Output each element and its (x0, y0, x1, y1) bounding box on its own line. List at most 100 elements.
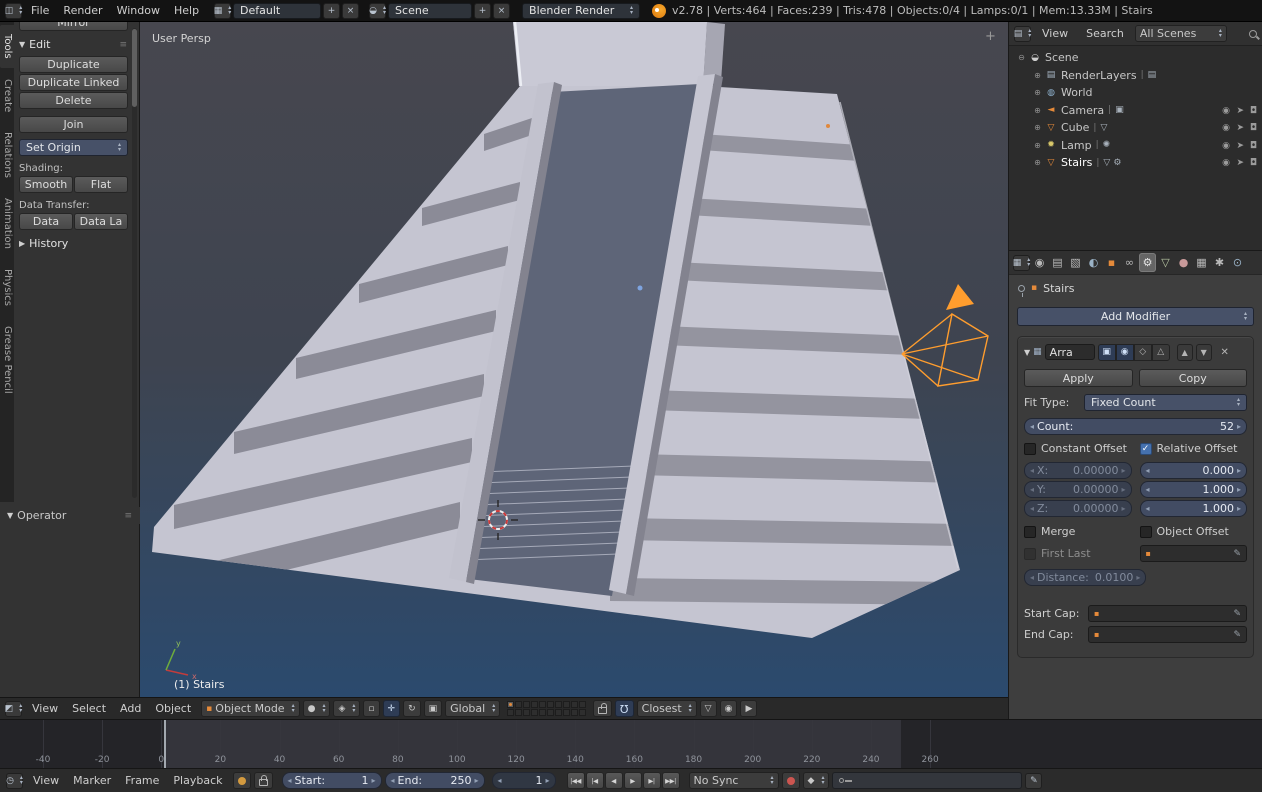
decrement-icon[interactable]: ◂ (498, 776, 502, 785)
jump-start-button[interactable]: |◀◀ (567, 772, 585, 789)
outliner-view-menu[interactable]: View (1035, 23, 1075, 45)
lock-time-toggle[interactable] (254, 772, 273, 789)
shade-flat-button[interactable]: Flat (74, 176, 128, 193)
increment-icon[interactable]: ▸ (1237, 504, 1241, 513)
end-cap-field[interactable]: ▪ ✎ (1088, 626, 1247, 643)
offset-object-field[interactable]: ▪ ✎ (1140, 545, 1248, 562)
region-split-plus[interactable]: + (985, 29, 996, 44)
outliner-search-menu[interactable]: Search (1079, 23, 1131, 45)
relative-offset-checkbox[interactable]: ✓ (1140, 443, 1152, 455)
next-keyframe-button[interactable]: ▶| (643, 772, 661, 789)
selectable-arrow-icon[interactable]: ➤ (1236, 123, 1244, 133)
close-layout-button[interactable]: × (342, 3, 359, 19)
properties-tab-texture[interactable]: ▦ (1193, 253, 1210, 272)
outliner-row-camera[interactable]: ⊕◄Camera|▣◉➤◘ (1009, 102, 1262, 120)
layer-12[interactable] (515, 709, 522, 716)
end-frame-field[interactable]: ◂ End: 250 ▸ (385, 772, 485, 789)
properties-tab-object[interactable]: ▪ (1103, 253, 1120, 272)
expand-icon[interactable]: ⊕ (1031, 158, 1044, 167)
current-frame-line[interactable] (164, 720, 166, 768)
start-cap-field[interactable]: ▪ ✎ (1088, 605, 1247, 622)
edit-panel-header[interactable]: ▼ Edit ≡ (19, 38, 128, 51)
constant-offset-field-z-[interactable]: ◂Z:0.00000▸ (1024, 500, 1132, 517)
mirror-button[interactable]: Mirror (19, 22, 128, 31)
modifier-visibility-toggle[interactable]: ◉ (1116, 344, 1134, 361)
increment-icon[interactable]: ▸ (1121, 466, 1125, 475)
panel-grip-icon[interactable]: ≡ (119, 40, 128, 50)
layer-9[interactable] (571, 701, 578, 708)
layer-1-active[interactable] (507, 701, 514, 708)
menu-window[interactable]: Window (110, 0, 167, 22)
renderable-camera-icon[interactable]: ◘ (1250, 158, 1257, 168)
auto-keyframe-toggle[interactable] (782, 772, 800, 789)
render-engine-dropdown[interactable]: Blender Render (522, 3, 640, 19)
apply-button[interactable]: Apply (1024, 369, 1133, 387)
lamp-point[interactable] (826, 124, 830, 128)
properties-tab-particles[interactable]: ✱ (1211, 253, 1228, 272)
outliner-row-scene[interactable]: ⊖◒Scene (1009, 49, 1262, 67)
first-last-checkbox[interactable] (1024, 548, 1036, 560)
outliner-row-renderlayers[interactable]: ⊕▤RenderLayers|▤ (1009, 67, 1262, 85)
layer-20[interactable] (579, 709, 586, 716)
layer-10[interactable] (579, 701, 586, 708)
set-origin-dropdown[interactable]: Set Origin (19, 139, 128, 156)
selectable-arrow-icon[interactable]: ➤ (1236, 106, 1244, 116)
increment-icon[interactable]: ▸ (1237, 485, 1241, 494)
pivot-point-dropdown[interactable]: ◈ (333, 700, 360, 717)
button-duplicate[interactable]: Duplicate (19, 56, 128, 73)
viewport-menu-add[interactable]: Add (113, 698, 148, 720)
play-reverse-button[interactable]: ◀ (605, 772, 623, 789)
timeline-menu-playback[interactable]: Playback (166, 770, 229, 792)
snap-toggle[interactable]: Ω (615, 700, 633, 717)
keying-set-dropdown[interactable]: ◆ (803, 772, 830, 789)
tool-tab-tools[interactable]: Tools (0, 25, 14, 68)
tool-shelf-scrollbar-thumb[interactable] (132, 29, 137, 107)
move-modifier-down-button[interactable]: ▼ (1196, 344, 1212, 361)
decrement-icon[interactable]: ◂ (1030, 485, 1034, 494)
expand-icon[interactable]: ⊕ (1031, 123, 1044, 132)
properties-tab-render-layers[interactable]: ▤ (1049, 253, 1066, 272)
modifier-render-toggle[interactable]: ▣ (1098, 344, 1116, 361)
decrement-icon[interactable]: ◂ (1030, 504, 1034, 513)
collapse-icon[interactable]: ⊖ (1015, 53, 1028, 62)
scene-icon-button[interactable]: ◒ (369, 3, 386, 19)
tool-tab-grease-pencil[interactable]: Grease Pencil (0, 317, 14, 403)
relative-offset-field-1[interactable]: ◂1.000▸ (1140, 481, 1248, 498)
outliner-row-stairs[interactable]: ⊕▽Stairs|▽⚙◉➤◘ (1009, 154, 1262, 172)
history-panel-header[interactable]: ▶ History (19, 237, 128, 250)
jump-end-button[interactable]: ▶▶| (662, 772, 680, 789)
constant-offset-field-y-[interactable]: ◂Y:0.00000▸ (1024, 481, 1132, 498)
add-modifier-dropdown[interactable]: Add Modifier (1017, 307, 1254, 326)
viewport-shading-dropdown[interactable]: ● (303, 700, 331, 717)
timeline-menu-view[interactable]: View (26, 770, 66, 792)
eyedropper-icon[interactable]: ✎ (1233, 609, 1241, 619)
origin-point[interactable] (638, 286, 643, 291)
layer-15[interactable] (539, 709, 546, 716)
increment-icon[interactable]: ▸ (475, 776, 479, 785)
timeline-menu-frame[interactable]: Frame (118, 770, 166, 792)
outliner-editor-type-button[interactable]: ▤ (1014, 26, 1031, 42)
snap-element-toggle[interactable]: ▽ (700, 700, 717, 717)
preview-range-toggle[interactable] (233, 772, 251, 789)
screen-layout-icon-button[interactable]: ▦ (214, 3, 231, 19)
relative-offset-field-2[interactable]: ◂1.000▸ (1140, 500, 1248, 517)
increment-icon[interactable]: ▸ (372, 776, 376, 785)
layer-4[interactable] (531, 701, 538, 708)
merge-distance-field[interactable]: ◂ Distance: 0.0100 ▸ (1024, 569, 1146, 586)
properties-tab-modifiers[interactable]: ⚙ (1139, 253, 1156, 272)
timeline-menu-marker[interactable]: Marker (66, 770, 118, 792)
tool-tab-create[interactable]: Create (0, 70, 14, 121)
eyedropper-icon[interactable]: ✎ (1233, 549, 1241, 559)
layer-3[interactable] (523, 701, 530, 708)
properties-tab-constraints[interactable]: ∞ (1121, 253, 1138, 272)
layer-14[interactable] (531, 709, 538, 716)
manipulator-translate-toggle[interactable]: ✛ (383, 700, 401, 717)
info-editor-type-button[interactable]: ◫ (5, 3, 22, 19)
constant-offset-field-x-[interactable]: ◂X:0.00000▸ (1024, 462, 1132, 479)
layer-5[interactable] (539, 701, 546, 708)
opengl-render-anim-button[interactable]: ▶ (740, 700, 757, 717)
add-layout-button[interactable]: + (323, 3, 340, 19)
start-frame-field[interactable]: ◂ Start: 1 ▸ (282, 772, 382, 789)
copy-button[interactable]: Copy (1139, 369, 1248, 387)
expand-icon[interactable]: ⊕ (1031, 71, 1044, 80)
